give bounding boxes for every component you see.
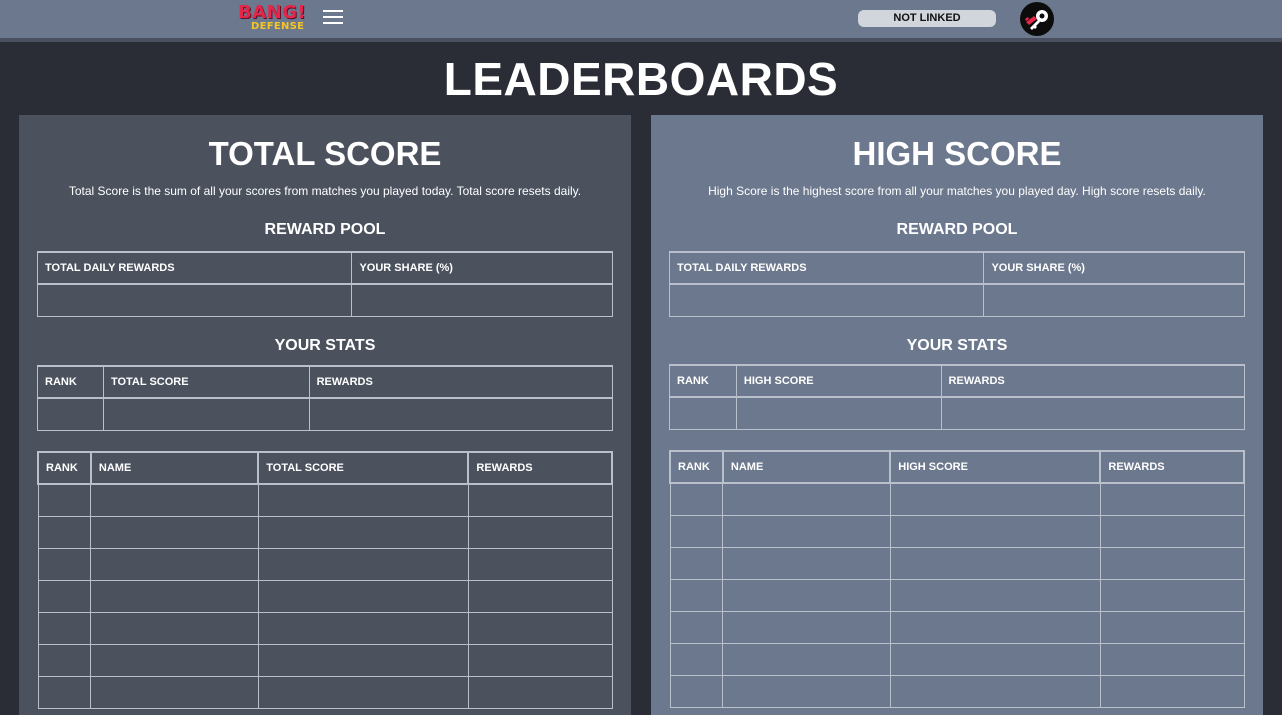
table-row	[37, 611, 613, 645]
your-stats-table: RANK HIGH SCORE REWARDS	[669, 364, 1246, 430]
your-stats-heading: YOUR STATS	[906, 337, 1008, 354]
table-row	[37, 483, 613, 517]
table-header: TOTAL DAILY REWARDS	[668, 251, 985, 285]
leaderboard-table: RANK NAME TOTAL SCORE REWARDS	[37, 451, 613, 709]
table-row	[669, 674, 1245, 708]
total-score-panel: TOTAL SCORE Total Score is the sum of al…	[19, 115, 631, 715]
table-row	[668, 283, 1245, 317]
high-score-panel: HIGH SCORE High Score is the highest sco…	[651, 115, 1263, 715]
table-header: RANK	[669, 450, 724, 484]
table-header: HIGH SCORE	[889, 450, 1102, 484]
table-header: TOTAL DAILY REWARDS	[36, 251, 353, 285]
table-header: NAME	[721, 450, 892, 484]
table-header: YOUR SHARE (%)	[351, 251, 613, 285]
logo-text-bottom: DEFENSE	[251, 21, 305, 32]
table-header: RANK	[669, 364, 737, 398]
table-row	[669, 396, 1246, 430]
your-stats-table: RANK TOTAL SCORE REWARDS	[37, 365, 614, 431]
table-header: YOUR SHARE (%)	[983, 251, 1245, 285]
table-row	[669, 578, 1245, 612]
table-header: TOTAL SCORE	[257, 451, 470, 485]
panel-title: HIGH SCORE	[852, 135, 1062, 172]
table-header: RANK	[37, 451, 92, 485]
table-header: HIGH SCORE	[735, 364, 942, 398]
table-row	[37, 675, 613, 709]
table-header: REWARDS	[308, 365, 614, 399]
top-bar	[0, 0, 1282, 38]
reward-pool-heading: REWARD POOL	[264, 221, 386, 238]
table-row	[669, 642, 1245, 676]
reward-pool-heading: REWARD POOL	[896, 221, 1018, 238]
reward-pool-table: TOTAL DAILY REWARDS YOUR SHARE (%)	[668, 251, 1245, 317]
table-row	[37, 515, 613, 549]
your-stats-heading: YOUR STATS	[274, 337, 376, 354]
table-header: REWARDS	[940, 364, 1246, 398]
table-row	[37, 643, 613, 677]
key-icon	[1025, 10, 1048, 30]
table-header: TOTAL SCORE	[102, 365, 310, 399]
panel-description: High Score is the highest score from all…	[708, 184, 1206, 198]
table-header: RANK	[37, 365, 104, 399]
table-row	[36, 283, 613, 317]
top-bar-divider	[0, 38, 1282, 42]
panel-title: TOTAL SCORE	[208, 135, 442, 172]
logo-text-top: BANG!	[238, 2, 307, 23]
panel-description: Total Score is the sum of all your score…	[68, 184, 582, 198]
bang-defense-logo[interactable]: BANG! DEFENSE	[238, 2, 314, 34]
table-row	[669, 610, 1245, 644]
table-header: REWARDS	[467, 451, 613, 485]
reward-pool-table: TOTAL DAILY REWARDS YOUR SHARE (%)	[36, 251, 613, 317]
menu-icon[interactable]	[323, 10, 343, 26]
table-row	[37, 547, 613, 581]
table-row	[669, 546, 1245, 580]
table-row	[37, 579, 613, 613]
page-title: LEADERBOARDS	[443, 53, 839, 105]
table-row	[669, 482, 1245, 516]
leaderboard-table: RANK NAME HIGH SCORE REWARDS	[669, 450, 1245, 708]
table-header: REWARDS	[1099, 450, 1245, 484]
wallet-key-button[interactable]	[1020, 2, 1054, 36]
table-row	[669, 514, 1245, 548]
link-status-badge[interactable]: NOT LINKED	[858, 10, 996, 27]
table-row	[37, 397, 614, 431]
table-header: NAME	[89, 451, 260, 485]
